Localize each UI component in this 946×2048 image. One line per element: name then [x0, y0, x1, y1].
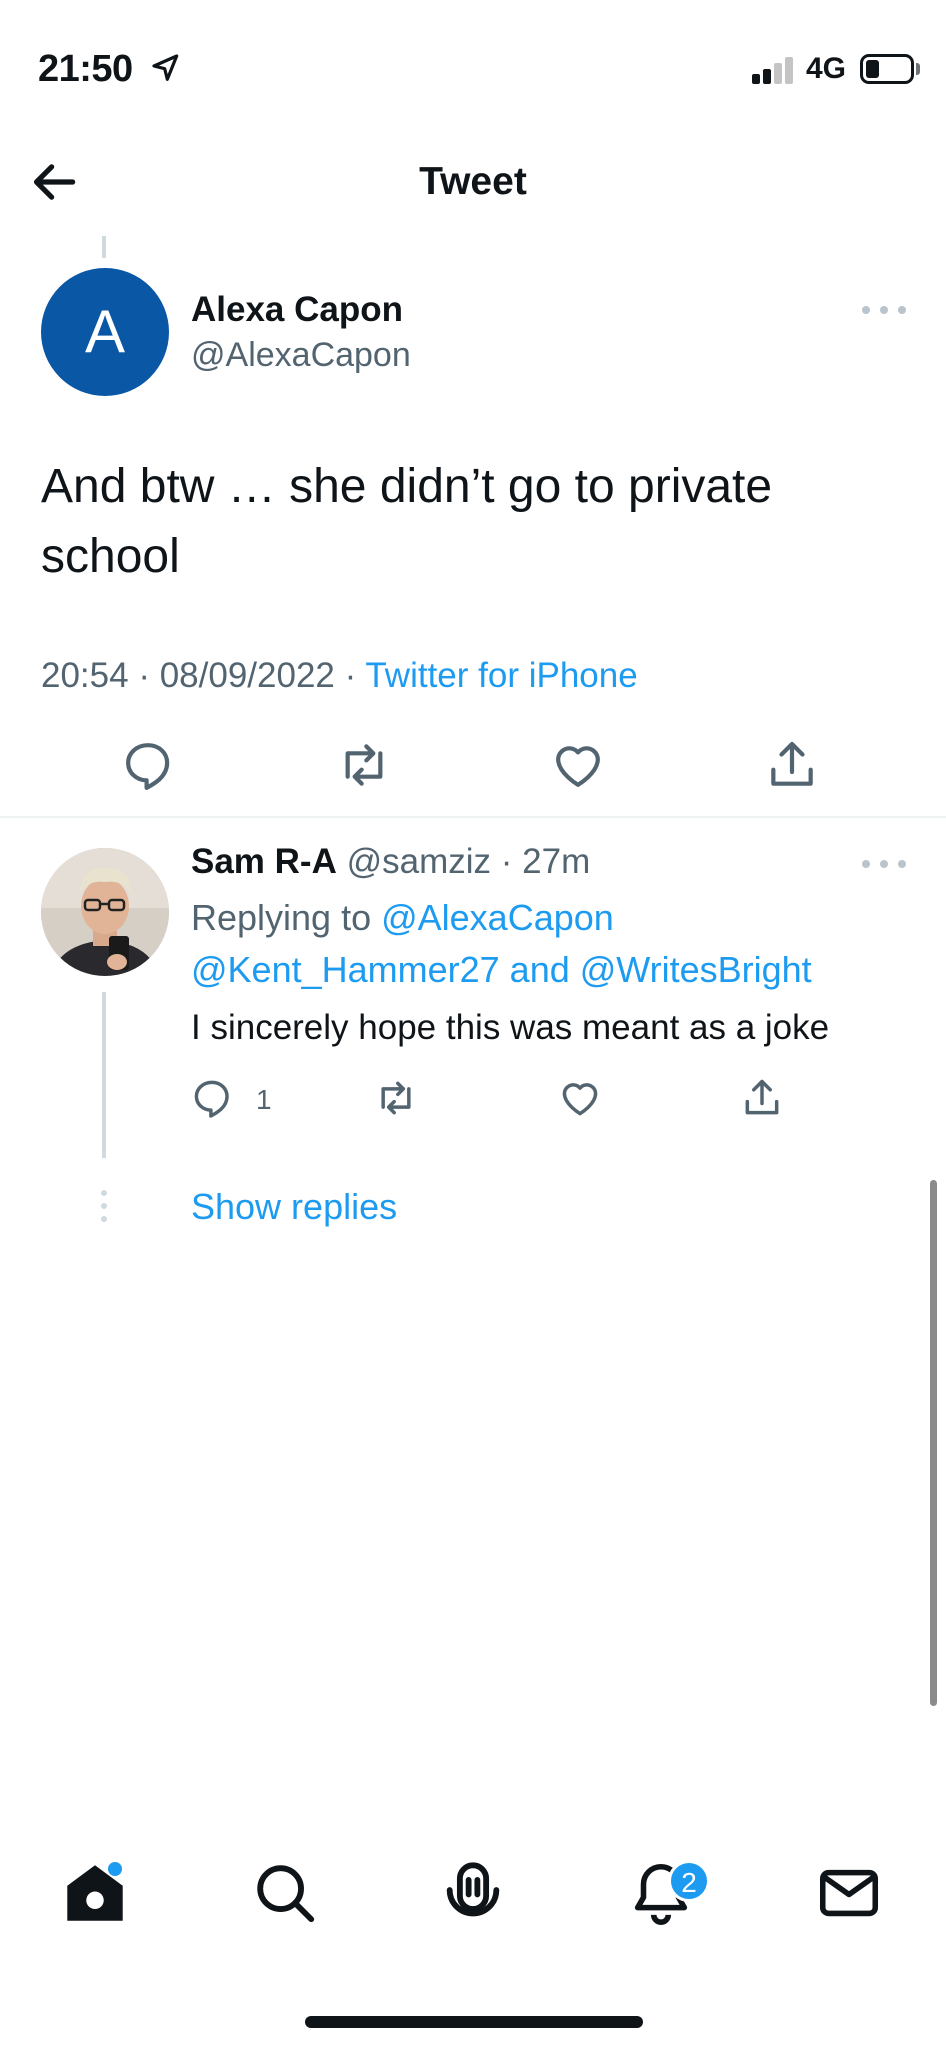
meta-separator: · — [334, 656, 366, 695]
meta-separator: · — [128, 656, 160, 695]
reply-icon[interactable] — [120, 737, 176, 793]
spaces-icon[interactable] — [438, 1858, 508, 1928]
more-options-icon[interactable] — [862, 856, 906, 872]
unread-dot — [108, 1862, 122, 1876]
reply-time: 27m — [522, 842, 591, 881]
tweet-time: 20:54 — [41, 656, 129, 695]
replying-prefix: Replying to — [191, 897, 382, 938]
battery-tip — [916, 63, 920, 75]
like-icon[interactable] — [550, 737, 606, 793]
location-arrow-icon — [152, 54, 179, 81]
reply-author-name[interactable]: Sam R-A — [191, 842, 337, 881]
share-icon[interactable] — [740, 1076, 784, 1120]
retweet-icon[interactable] — [336, 737, 392, 793]
replying-to: Replying to @AlexaCapon @Kent_Hammer27 a… — [191, 892, 931, 996]
scrollbar[interactable] — [930, 1180, 937, 1706]
signal-icon — [752, 56, 794, 84]
mention-link[interactable]: @Kent_Hammer27 and @WritesBright — [191, 949, 812, 990]
author-name[interactable]: Alexa Capon — [191, 290, 403, 330]
messages-icon[interactable] — [814, 1858, 884, 1928]
divider — [0, 816, 946, 818]
page-title: Tweet — [419, 160, 527, 203]
status-time: 21:50 — [38, 48, 133, 90]
thread-line-top — [102, 236, 106, 258]
mention-link[interactable]: @AlexaCapon — [381, 897, 614, 938]
network-type: 4G — [806, 52, 847, 85]
header: Tweet — [0, 130, 946, 235]
show-replies-link[interactable]: Show replies — [191, 1186, 397, 1228]
battery-icon — [860, 54, 914, 84]
tweet-text: And btw … she didn’t go to private schoo… — [41, 460, 773, 583]
retweet-icon[interactable] — [374, 1076, 418, 1120]
more-replies-dots — [99, 1190, 109, 1222]
tab-bar — [0, 1858, 946, 1948]
notification-badge: 2 — [668, 1860, 710, 1902]
home-indicator[interactable] — [305, 2016, 643, 2028]
reply-count: 1 — [256, 1084, 272, 1115]
tweet-meta: 20:54 · 08/09/2022 · Twitter for iPhone — [41, 656, 638, 696]
avatar[interactable]: A — [41, 268, 169, 396]
thread-line — [102, 992, 106, 1158]
reply-separator: · — [491, 842, 523, 881]
tweet-source[interactable]: Twitter for iPhone — [365, 656, 637, 695]
more-options-icon[interactable] — [862, 302, 906, 318]
reply-author-handle[interactable]: @samziz — [347, 842, 491, 881]
avatar[interactable] — [41, 848, 169, 976]
reply-header: Sam R-A @samziz · 27m — [191, 842, 590, 882]
status-bar: 21:50 4G — [0, 0, 946, 130]
reply-text: I sincerely hope this was meant as a jok… — [191, 1008, 830, 1047]
reply-icon[interactable] — [190, 1076, 234, 1120]
tweet-date: 08/09/2022 — [159, 656, 335, 695]
like-icon[interactable] — [558, 1076, 602, 1120]
search-icon[interactable] — [250, 1858, 320, 1928]
share-icon[interactable] — [764, 737, 820, 793]
author-handle[interactable]: @AlexaCapon — [191, 336, 411, 375]
